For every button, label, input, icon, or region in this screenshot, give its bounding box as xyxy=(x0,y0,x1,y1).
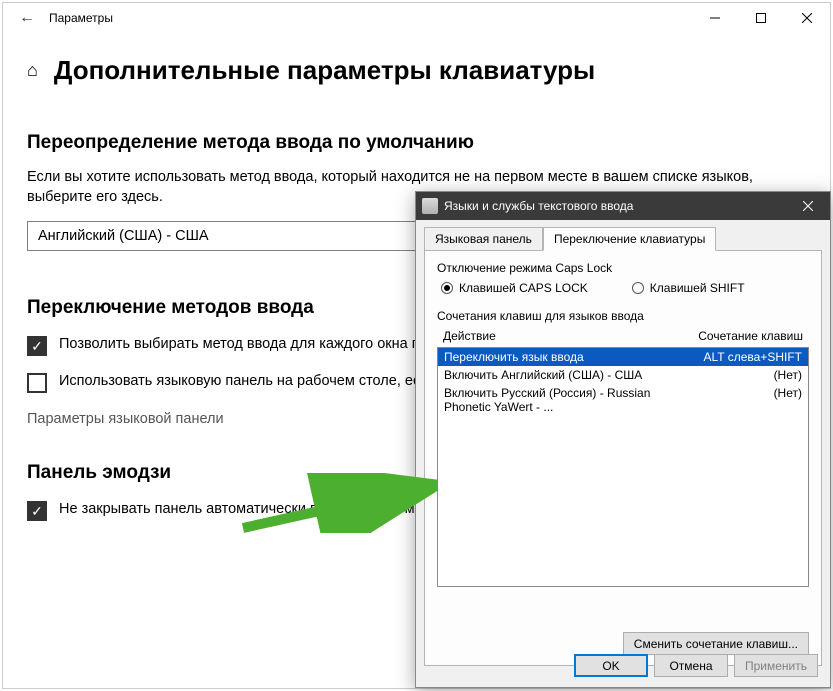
hotkeys-group: Сочетания клавиш для языков ввода Действ… xyxy=(437,309,809,587)
capslock-radio-row: Клавишей CAPS LOCK Клавишей SHIFT xyxy=(441,281,809,295)
window-buttons xyxy=(692,3,830,33)
radio-capslock-label: Клавишей CAPS LOCK xyxy=(459,281,588,295)
default-input-method-select[interactable]: Английский (США) - США xyxy=(27,221,447,251)
radio-capslock[interactable]: Клавишей CAPS LOCK xyxy=(441,281,588,295)
dialog-titlebar[interactable]: Языки и службы текстового ввода xyxy=(416,192,830,220)
checkbox-langbar[interactable] xyxy=(27,373,47,393)
text-services-dialog: Языки и службы текстового ввода Языковая… xyxy=(415,191,831,688)
window-title: Параметры xyxy=(49,11,113,25)
radio-shift-label: Клавишей SHIFT xyxy=(650,281,745,295)
radio-shift[interactable]: Клавишей SHIFT xyxy=(632,281,745,295)
page-header: ⌂ Дополнительные параметры клавиатуры xyxy=(27,55,806,86)
tab-keyboard-switch[interactable]: Переключение клавиатуры xyxy=(543,227,716,251)
row-shortcut: (Нет) xyxy=(682,386,802,414)
row-action: Включить Русский (Россия) - Russian Phon… xyxy=(444,386,682,414)
keyboard-icon xyxy=(422,198,438,214)
ok-button[interactable]: OK xyxy=(574,654,648,677)
tab-panel: Отключение режима Caps Lock Клавишей CAP… xyxy=(424,250,822,666)
radio-shift-indicator xyxy=(632,282,644,294)
dialog-tabs: Языковая панель Переключение клавиатуры xyxy=(416,220,830,250)
apply-button[interactable]: Применить xyxy=(734,654,818,677)
list-row[interactable]: Включить Английский (США) - США (Нет) xyxy=(438,366,808,384)
col-shortcut-header: Сочетание клавиш xyxy=(683,329,803,343)
titlebar: ← Параметры xyxy=(3,3,830,33)
list-row[interactable]: Включить Русский (Россия) - Russian Phon… xyxy=(438,384,808,416)
dialog-title: Языки и службы текстового ввода xyxy=(444,199,633,213)
select-value: Английский (США) - США xyxy=(38,228,209,244)
list-header: Действие Сочетание клавиш xyxy=(437,327,809,345)
capslock-group-label: Отключение режима Caps Lock xyxy=(437,261,809,275)
radio-capslock-indicator xyxy=(441,282,453,294)
checkbox-per-window[interactable] xyxy=(27,336,47,356)
tab-language-bar[interactable]: Языковая панель xyxy=(424,227,543,251)
change-hotkey-row: Сменить сочетание клавиш... xyxy=(623,632,809,655)
cancel-button[interactable]: Отмена xyxy=(654,654,728,677)
row-shortcut: (Нет) xyxy=(682,368,802,382)
checkbox-emoji-label: Не закрывать панель автоматически после … xyxy=(59,500,446,520)
list-row[interactable]: Переключить язык ввода ALT слева+SHIFT xyxy=(438,348,808,366)
row-action: Включить Английский (США) - США xyxy=(444,368,682,382)
maximize-button[interactable] xyxy=(738,3,784,33)
close-button[interactable] xyxy=(784,3,830,33)
langbar-options-link[interactable]: Параметры языковой панели xyxy=(27,411,224,427)
hotkeys-group-label: Сочетания клавиш для языков ввода xyxy=(437,309,809,323)
dialog-close-button[interactable] xyxy=(786,192,830,220)
row-action: Переключить язык ввода xyxy=(444,350,682,364)
back-icon[interactable]: ← xyxy=(11,9,43,27)
checkbox-emoji[interactable] xyxy=(27,501,47,521)
col-action-header: Действие xyxy=(443,329,683,343)
minimize-button[interactable] xyxy=(692,3,738,33)
section-override-heading: Переопределение метода ввода по умолчани… xyxy=(27,132,806,154)
home-icon[interactable]: ⌂ xyxy=(27,60,38,81)
row-shortcut: ALT слева+SHIFT xyxy=(682,350,802,364)
change-hotkey-button[interactable]: Сменить сочетание клавиш... xyxy=(623,632,809,655)
dialog-buttons: OK Отмена Применить xyxy=(574,654,818,677)
page-title: Дополнительные параметры клавиатуры xyxy=(54,55,595,86)
hotkeys-listbox[interactable]: Переключить язык ввода ALT слева+SHIFT В… xyxy=(437,347,809,587)
